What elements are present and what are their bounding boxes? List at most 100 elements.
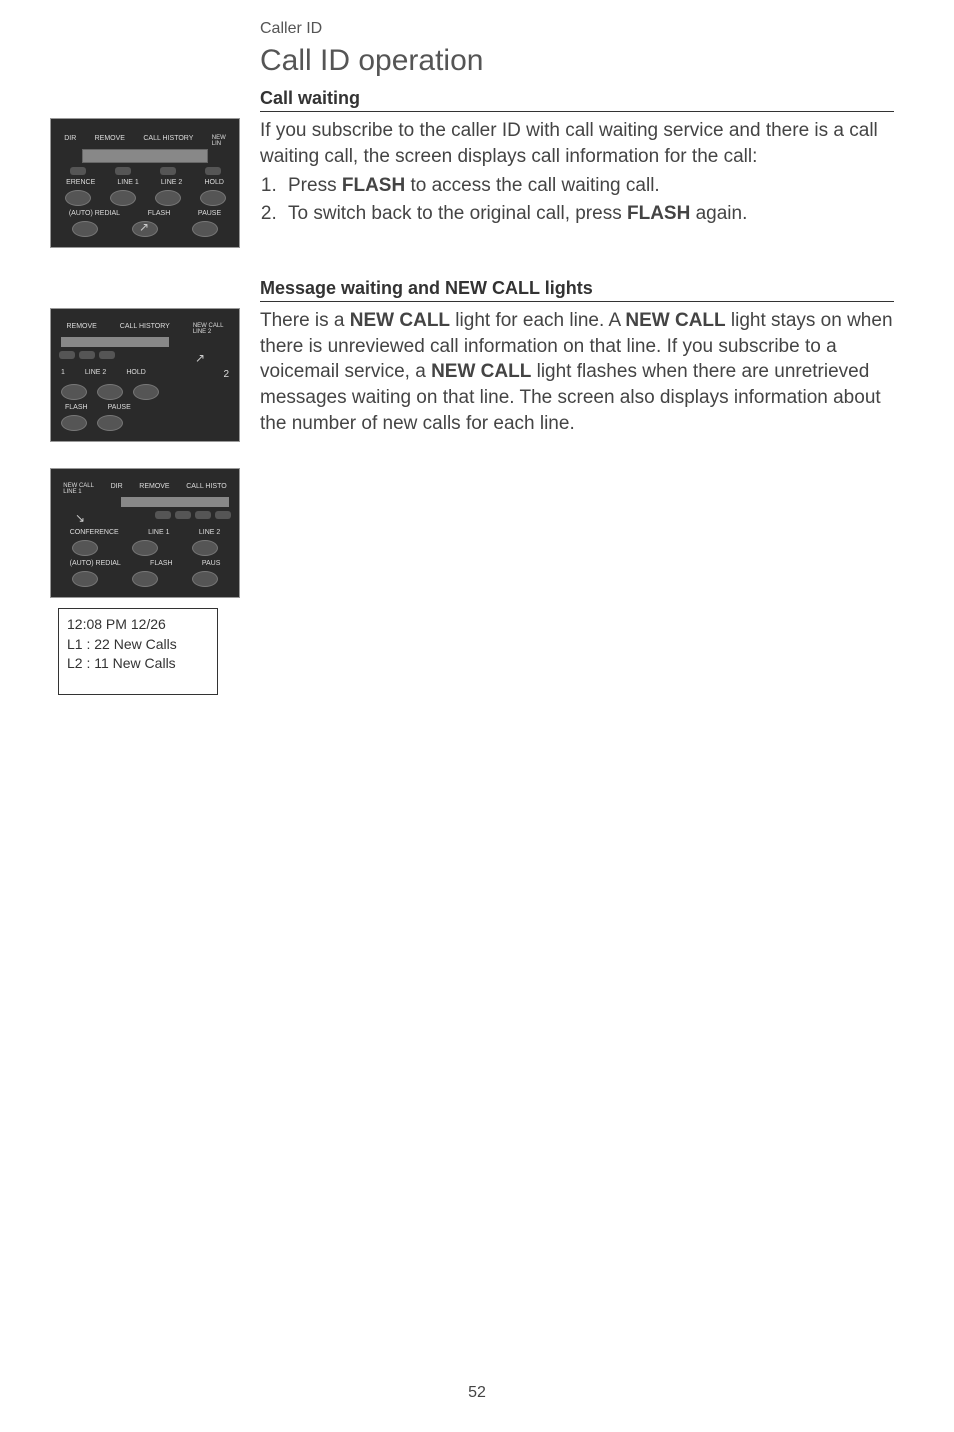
section1-row: DIR REMOVE CALL HISTORY NEW LIN ERENCE L…: [50, 118, 894, 248]
screen-line-3: L2 : 11 New Calls: [67, 654, 209, 674]
oval-btn: [133, 384, 159, 400]
rect-btn-row: ↘: [55, 511, 235, 525]
panel-label: DIR: [111, 483, 123, 495]
flash-btn: ↗: [132, 221, 158, 237]
panel-label: HOLD: [126, 369, 145, 380]
oval-btn: [97, 415, 123, 431]
section2-row: REMOVE CALL HISTORY NEW CALL LINE 2 ↗ 1 …: [50, 308, 894, 695]
step1-bold: FLASH: [342, 175, 405, 196]
panel1-row2: ERENCE LINE 1 LINE 2 HOLD: [55, 179, 235, 186]
section1-para: If you subscribe to the caller ID with c…: [260, 118, 894, 169]
panel-label: 2: [223, 369, 229, 380]
panel-label: PAUS: [202, 560, 221, 567]
panel-label: PAUSE: [108, 404, 131, 411]
oval-btn-row: [55, 190, 235, 206]
oval-btn: [110, 190, 136, 206]
bold-text: NEW CALL: [431, 361, 531, 382]
rect-btn: [205, 167, 221, 175]
phone-image-1: DIR REMOVE CALL HISTORY NEW LIN ERENCE L…: [50, 118, 240, 248]
oval-btn: [97, 384, 123, 400]
rect-btn: [215, 511, 231, 519]
panel-label: CALL HISTORY: [120, 323, 170, 335]
page-title: Call ID operation: [260, 44, 894, 78]
section2-para: There is a NEW CALL light for each line.…: [260, 308, 894, 436]
section2-text: There is a NEW CALL light for each line.…: [260, 308, 894, 440]
panel-label: FLASH: [148, 210, 171, 217]
bold-text: NEW CALL: [625, 310, 725, 331]
panel-label: CONFERENCE: [70, 529, 119, 536]
panel-label: LINE 1: [148, 529, 169, 536]
panel-label: REMOVE: [95, 135, 125, 147]
subheading-message-waiting: Message waiting and NEW CALL lights: [260, 278, 894, 302]
header: Caller ID Call ID operation: [260, 20, 894, 78]
panel-label: REMOVE: [139, 483, 169, 495]
panel2b-row2: CONFERENCE LINE 1 LINE 2: [55, 529, 235, 536]
step-2: To switch back to the original call, pre…: [282, 201, 894, 227]
oval-btn: [72, 221, 98, 237]
arrow-icon: ↘: [75, 511, 85, 525]
oval-btn-row: [55, 415, 235, 431]
oval-btn: [61, 415, 87, 431]
panel-label: (AUTO) REDIAL: [69, 210, 120, 217]
oval-btn-row: [55, 571, 235, 587]
panel-label: CALL HISTORY: [143, 135, 193, 147]
panel-label: DIR: [64, 135, 76, 147]
rect-btn: [59, 351, 75, 359]
rect-btn: [70, 167, 86, 175]
step1-pre: Press: [288, 175, 342, 196]
lcd-strip: [121, 497, 229, 507]
panel-label: LINE 2: [161, 179, 182, 186]
panel-label: LINE 1: [117, 179, 138, 186]
screen-display: 12:08 PM 12/26 L1 : 22 New Calls L2 : 11…: [58, 608, 218, 695]
oval-btn: [192, 221, 218, 237]
section1-steps: Press FLASH to access the call waiting c…: [282, 173, 894, 226]
oval-btn: [61, 384, 87, 400]
rect-btn: [155, 511, 171, 519]
panel2a-row3: FLASH PAUSE: [55, 404, 235, 411]
bold-text: NEW CALL: [350, 310, 450, 331]
step2-bold: FLASH: [627, 203, 690, 224]
oval-btn: [192, 571, 218, 587]
oval-btn-row: [55, 384, 235, 400]
panel-label: NEW CALL LINE 1: [63, 483, 94, 495]
panel-label: HOLD: [204, 179, 223, 186]
rect-btn: [79, 351, 95, 359]
phone-panel-2b: NEW CALL LINE 1 DIR REMOVE CALL HISTO ↘ …: [50, 468, 240, 598]
step2-post: again.: [690, 203, 747, 224]
arrow-icon: ↗: [139, 220, 149, 234]
panel-label: ERENCE: [66, 179, 95, 186]
oval-btn-row: [55, 540, 235, 556]
rect-btn: [160, 167, 176, 175]
rect-btn-row: [55, 167, 235, 175]
panel2a-row2: 1 LINE 2 HOLD 2: [55, 369, 235, 380]
panel-label: (AUTO) REDIAL: [70, 560, 121, 567]
phone-panel-2a: REMOVE CALL HISTORY NEW CALL LINE 2 ↗ 1 …: [50, 308, 240, 442]
panel-label: PAUSE: [198, 210, 221, 217]
oval-btn: [72, 540, 98, 556]
oval-btn: [132, 571, 158, 587]
phone-panel-1: DIR REMOVE CALL HISTORY NEW LIN ERENCE L…: [50, 118, 240, 248]
oval-btn: [155, 190, 181, 206]
screen-line-1: 12:08 PM 12/26: [67, 615, 209, 635]
step-1: Press FLASH to access the call waiting c…: [282, 173, 894, 199]
lcd-strip: [61, 337, 169, 347]
rect-btn: [175, 511, 191, 519]
oval-btn: [65, 190, 91, 206]
panel-label: NEW LIN: [212, 135, 226, 147]
page-number: 52: [0, 1384, 954, 1402]
panel1-row3: (AUTO) REDIAL FLASH PAUSE: [55, 210, 235, 217]
panel1-row1: DIR REMOVE CALL HISTORY NEW LIN: [55, 135, 235, 147]
panel-label: REMOVE: [66, 323, 96, 335]
phone-images-2: REMOVE CALL HISTORY NEW CALL LINE 2 ↗ 1 …: [50, 308, 240, 695]
step1-post: to access the call waiting call.: [405, 175, 660, 196]
oval-btn: [200, 190, 226, 206]
panel2b-row3: (AUTO) REDIAL FLASH PAUS: [55, 560, 235, 567]
panel-label: FLASH: [150, 560, 173, 567]
panel-label: FLASH: [65, 404, 88, 411]
arrow-icon: ↗: [195, 351, 205, 365]
oval-btn: [72, 571, 98, 587]
panel-label: 1: [61, 369, 65, 380]
panel-label: LINE 2: [85, 369, 106, 380]
rect-btn-row: ↗: [55, 351, 235, 365]
panel-label: CALL HISTO: [186, 483, 226, 495]
